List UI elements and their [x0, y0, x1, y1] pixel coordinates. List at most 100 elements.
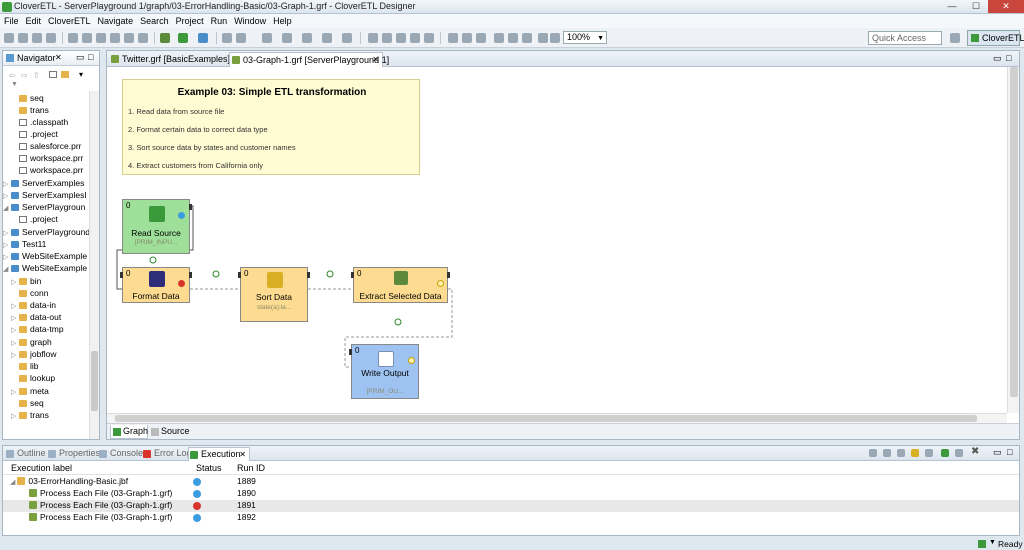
output-port[interactable] — [189, 204, 192, 210]
print-icon[interactable] — [68, 33, 78, 43]
scrollbar-thumb[interactable] — [1010, 67, 1018, 397]
tree-item[interactable]: .classpath — [3, 117, 89, 129]
save-icon[interactable] — [32, 33, 42, 43]
expand-all-icon[interactable] — [869, 449, 877, 457]
run-again-icon[interactable] — [941, 449, 949, 457]
tab-properties[interactable]: Properties — [47, 447, 100, 461]
run-remote-icon[interactable] — [198, 33, 208, 43]
input-port[interactable] — [238, 272, 241, 278]
column-status[interactable]: Status — [196, 463, 222, 473]
node-sort-data[interactable]: 0 Sort Data state(a);la... — [238, 267, 310, 322]
match-width-icon[interactable] — [538, 33, 548, 43]
navigator-title[interactable]: Navigator — [17, 53, 56, 63]
close-tab-icon[interactable]: ✕ — [239, 448, 246, 461]
paste-icon[interactable] — [424, 33, 434, 43]
maximize-editor-icon[interactable]: □ — [1006, 53, 1011, 63]
link-editor-icon[interactable] — [61, 71, 69, 78]
tree-item[interactable]: conn — [3, 288, 89, 300]
canvas-horizontal-scrollbar[interactable] — [107, 413, 1007, 423]
tree-item[interactable]: ▷ meta — [3, 386, 89, 398]
tree-item[interactable]: ▷ ServerPlayground — [3, 227, 89, 239]
copy-icon[interactable] — [410, 33, 420, 43]
align-top-icon[interactable] — [494, 33, 504, 43]
menu-project[interactable]: Project — [172, 14, 207, 27]
next-annotation-icon[interactable] — [262, 33, 272, 43]
view-menu-icon[interactable]: ▾ — [79, 70, 83, 79]
execution-row[interactable]: Process Each File (03-Graph-1.grf) 1892 — [3, 512, 1019, 524]
up-arrow-icon[interactable]: ⇧ — [33, 71, 40, 80]
tree-item[interactable]: ▷ Test11 — [3, 239, 89, 251]
graph-note[interactable]: Example 03: Simple ETL transformation 1.… — [122, 79, 420, 175]
output-port[interactable] — [307, 272, 310, 278]
filter-icon[interactable] — [911, 449, 919, 457]
close-view-icon[interactable]: ✕ — [55, 53, 62, 62]
input-port[interactable] — [351, 272, 354, 278]
export-icon[interactable] — [96, 33, 106, 43]
redo-icon[interactable] — [382, 33, 392, 43]
run-icon[interactable] — [178, 33, 188, 43]
execution-row[interactable]: ◢ 03-ErrorHandling-Basic.jbf 1889 — [3, 476, 1019, 488]
minimize-button[interactable]: — — [940, 0, 964, 13]
collapse-all-icon[interactable] — [49, 71, 57, 78]
stop-icon[interactable] — [955, 449, 963, 457]
back-icon[interactable] — [302, 33, 312, 43]
search-icon[interactable] — [222, 33, 232, 43]
debug-icon[interactable] — [160, 33, 170, 43]
tree-expanded-icon[interactable]: ▼ — [11, 81, 18, 88]
tree-item[interactable]: workspace.prr — [3, 153, 89, 165]
save-all-icon[interactable] — [46, 33, 56, 43]
node-extract-selected-data[interactable]: 0 Extract Selected Data — [351, 267, 450, 303]
align-left-icon[interactable] — [448, 33, 458, 43]
tree-item[interactable]: ◢ WebSiteExample — [3, 263, 89, 275]
new-icon[interactable] — [4, 33, 14, 43]
minimize-view-icon[interactable]: ▭ — [993, 447, 1002, 458]
close-tab-icon[interactable]: ✕ — [372, 53, 379, 67]
menu-edit[interactable]: Edit — [22, 14, 45, 27]
tree-item[interactable]: trans — [3, 105, 89, 117]
graph-canvas[interactable]: Example 03: Simple ETL transformation 1.… — [107, 67, 1007, 413]
minimize-view-icon[interactable]: ▭ — [76, 52, 85, 63]
tree-item[interactable]: ▷ graph — [3, 337, 89, 349]
tab-twitter-grf[interactable]: Twitter.grf [BasicExamples] — [109, 52, 230, 67]
navigator-scrollbar[interactable] — [89, 91, 99, 439]
tab-graph[interactable]: Graph — [110, 425, 148, 439]
align-center-icon[interactable] — [462, 33, 472, 43]
edit-icon[interactable] — [236, 33, 246, 43]
node-write-output[interactable]: 0 Write Output [PRIM_OU... — [349, 344, 419, 399]
tree-item[interactable]: ▷ data-tmp — [3, 324, 89, 336]
tree-item[interactable]: .project — [3, 129, 89, 141]
tree-item[interactable]: ◢ ServerPlaygroun — [3, 202, 89, 214]
menu-help[interactable]: Help — [269, 14, 295, 27]
input-port[interactable] — [120, 272, 123, 278]
tab-outline[interactable]: Outline — [5, 447, 46, 461]
perspective-cloveretl-button[interactable]: CloverETL — [967, 30, 1024, 46]
maximize-button[interactable]: ☐ — [964, 0, 988, 13]
tab-03-graph-1-grf[interactable]: 03-Graph-1.grf [ServerPlayground 1] ✕ — [229, 52, 389, 67]
execution-row[interactable]: Process Each File (03-Graph-1.grf) 1891 — [3, 500, 1019, 512]
tree-item[interactable]: ▷ data-out — [3, 312, 89, 324]
tree-item[interactable]: lookup — [3, 373, 89, 385]
scrollbar-thumb[interactable] — [91, 351, 98, 411]
menu-file[interactable]: File — [0, 14, 22, 27]
maximize-view-icon[interactable]: □ — [88, 52, 93, 62]
tree-item[interactable]: ▷ ServerExamples — [3, 178, 89, 190]
tree-item[interactable]: seq — [3, 398, 89, 410]
tree-item[interactable]: ▷ jobflow — [3, 349, 89, 361]
align-right-icon[interactable] — [476, 33, 486, 43]
open-perspective-icon[interactable] — [950, 33, 960, 43]
new-graph-icon[interactable] — [110, 33, 120, 43]
tree-item[interactable]: salesforce.prr — [3, 141, 89, 153]
column-run-id[interactable]: Run ID — [237, 463, 265, 473]
scrollbar-thumb[interactable] — [115, 415, 977, 422]
zoom-select[interactable]: 100% ▼ — [563, 31, 607, 44]
menu-navigate[interactable]: Navigate — [94, 14, 137, 27]
align-middle-icon[interactable] — [508, 33, 518, 43]
tree-item[interactable]: lib — [3, 361, 89, 373]
tree-item[interactable]: ▷ bin — [3, 276, 89, 288]
undo-icon[interactable] — [368, 33, 378, 43]
tab-error-log[interactable]: Error Log — [142, 447, 192, 461]
tab-execution[interactable]: Execution ✕ — [188, 447, 250, 461]
tree-item[interactable]: ▷ ServerExamplesI — [3, 190, 89, 202]
output-port[interactable] — [189, 272, 192, 278]
link-icon[interactable] — [897, 449, 905, 457]
